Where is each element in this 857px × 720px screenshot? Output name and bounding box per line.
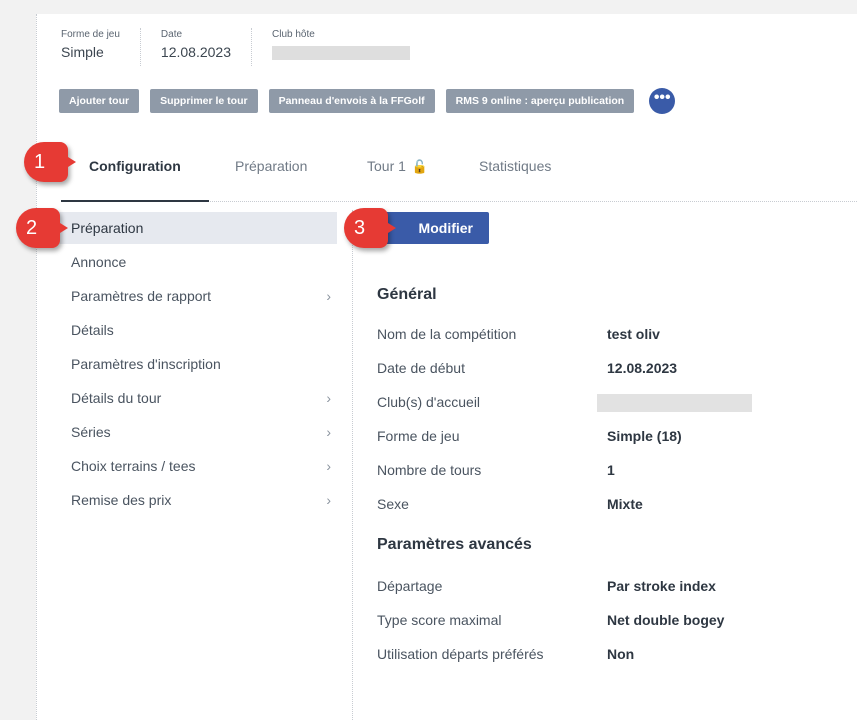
more-options-button[interactable]: •••: [649, 88, 676, 114]
preparation-content: Modifier Général Nom de la compétition t…: [353, 210, 857, 720]
publication-preview-button[interactable]: RMS 9 online : aperçu publication: [445, 89, 635, 113]
active-tab-indicator: [61, 200, 209, 202]
info-host-club: Club hôte: [272, 28, 430, 66]
sidebar-item-details[interactable]: Détails: [55, 314, 337, 346]
sidebar-item-label: Annonce: [71, 254, 127, 270]
redacted-host-club: [272, 46, 410, 60]
field-row: Type score maximal Net double bogey: [377, 612, 857, 632]
action-toolbar: Ajouter tour Supprimer le tour Panneau d…: [59, 88, 676, 114]
ffgolf-sending-panel-button[interactable]: Panneau d'envois à la FFGolf: [268, 89, 435, 113]
section-title-general: Général: [377, 286, 437, 303]
sidebar: Préparation Annonce Paramètres de rappor…: [37, 210, 353, 720]
tab-label: Statistiques: [479, 158, 552, 174]
info-label: Forme de jeu: [61, 29, 120, 40]
field-label: Date de début: [377, 360, 465, 376]
field-label: Utilisation départs préférés: [377, 646, 544, 662]
sidebar-item-label: Détails: [71, 322, 114, 338]
sidebar-item-registration-settings[interactable]: Paramètres d'inscription: [55, 348, 337, 380]
callout-number: 2: [26, 217, 38, 239]
info-label: Date: [160, 29, 183, 40]
field-value: Simple (18): [607, 428, 682, 444]
field-value: Net double bogey: [607, 612, 725, 628]
callout-number: 3: [354, 217, 366, 239]
field-value: Par stroke index: [607, 578, 716, 594]
section-title-advanced: Paramètres avancés: [377, 536, 532, 553]
sidebar-item-preparation[interactable]: Préparation: [55, 212, 337, 244]
field-value: Non: [607, 646, 635, 662]
sidebar-item-report-settings[interactable]: Paramètres de rapport ›: [55, 280, 337, 312]
chevron-right-icon: ›: [326, 458, 331, 474]
sidebar-item-label: Choix terrains / tees: [71, 458, 196, 474]
field-row: Sexe Mixte: [377, 496, 857, 516]
sidebar-item-round-details[interactable]: Détails du tour ›: [55, 382, 337, 414]
competition-panel: Forme de jeu Simple Date 12.08.2023 Club…: [36, 14, 857, 720]
chevron-right-icon: ›: [326, 492, 331, 508]
field-label: Sexe: [377, 496, 409, 512]
tab-label: Préparation: [235, 158, 308, 174]
add-round-button[interactable]: Ajouter tour: [59, 89, 140, 113]
field-label: Nombre de tours: [377, 462, 482, 478]
field-row: Club(s) d'accueil: [377, 394, 857, 414]
callout-2: 2: [16, 208, 68, 248]
field-row: Nombre de tours 1: [377, 462, 857, 482]
more-icon: •••: [653, 89, 671, 106]
sidebar-item-label: Remise des prix: [71, 492, 172, 508]
tab-label: Configuration: [89, 158, 181, 174]
info-value: 12.08.2023: [160, 44, 231, 60]
field-label: Forme de jeu: [377, 428, 460, 444]
info-value: Simple: [61, 44, 104, 60]
chevron-right-icon: ›: [326, 390, 331, 406]
tab-configuration[interactable]: Configuration: [89, 156, 181, 202]
sidebar-item-label: Paramètres d'inscription: [71, 356, 221, 372]
callout-pointer: [380, 218, 396, 238]
field-value: 12.08.2023: [607, 360, 678, 376]
sidebar-item-label: Séries: [71, 424, 111, 440]
field-row: Utilisation départs préférés Non: [377, 646, 857, 666]
sidebar-item-courses-tees[interactable]: Choix terrains / tees ›: [55, 450, 337, 482]
field-value: Mixte: [607, 496, 643, 512]
sidebar-item-label: Préparation: [71, 220, 144, 236]
tab-label: Tour 1: [367, 158, 406, 174]
sidebar-item-label: Détails du tour: [71, 390, 162, 406]
callout-pointer: [60, 152, 76, 172]
sidebar-item-label: Paramètres de rapport: [71, 288, 212, 304]
competition-info: Forme de jeu Simple Date 12.08.2023 Club…: [61, 28, 450, 66]
callout-3: 3: [344, 208, 396, 248]
field-value: 1: [607, 462, 615, 478]
field-label: Club(s) d'accueil: [377, 394, 481, 410]
info-label: Club hôte: [272, 29, 315, 40]
chevron-right-icon: ›: [326, 424, 331, 440]
sidebar-item-announcement[interactable]: Annonce: [55, 246, 337, 278]
tab-statistics[interactable]: Statistiques: [479, 156, 551, 202]
field-label: Type score maximal: [377, 612, 502, 628]
chevron-right-icon: ›: [326, 288, 331, 304]
callout-1: 1: [24, 142, 76, 182]
redacted-host-clubs: [597, 394, 752, 412]
field-value: test oliv: [607, 326, 660, 342]
field-row: Départage Par stroke index: [377, 578, 857, 598]
sidebar-item-prize-giving[interactable]: Remise des prix ›: [55, 484, 337, 516]
callout-number: 1: [34, 151, 46, 173]
info-game-format: Forme de jeu Simple: [61, 28, 141, 66]
tab-bar: Configuration Préparation Tour 1 🔓 Statis…: [61, 156, 857, 202]
field-label: Nom de la compétition: [377, 326, 517, 342]
lock-icon: 🔓: [411, 159, 429, 174]
callout-pointer: [52, 218, 68, 238]
field-row: Forme de jeu Simple (18): [377, 428, 857, 448]
info-date: Date 12.08.2023: [161, 28, 252, 66]
field-row: Nom de la compétition test oliv: [377, 326, 857, 346]
field-label: Départage: [377, 578, 443, 594]
field-row: Date de début 12.08.2023: [377, 360, 857, 380]
tab-preparation[interactable]: Préparation: [235, 156, 307, 202]
delete-round-button[interactable]: Supprimer le tour: [150, 89, 258, 113]
sidebar-item-series[interactable]: Séries ›: [55, 416, 337, 448]
tab-round-1[interactable]: Tour 1 🔓: [367, 156, 428, 202]
